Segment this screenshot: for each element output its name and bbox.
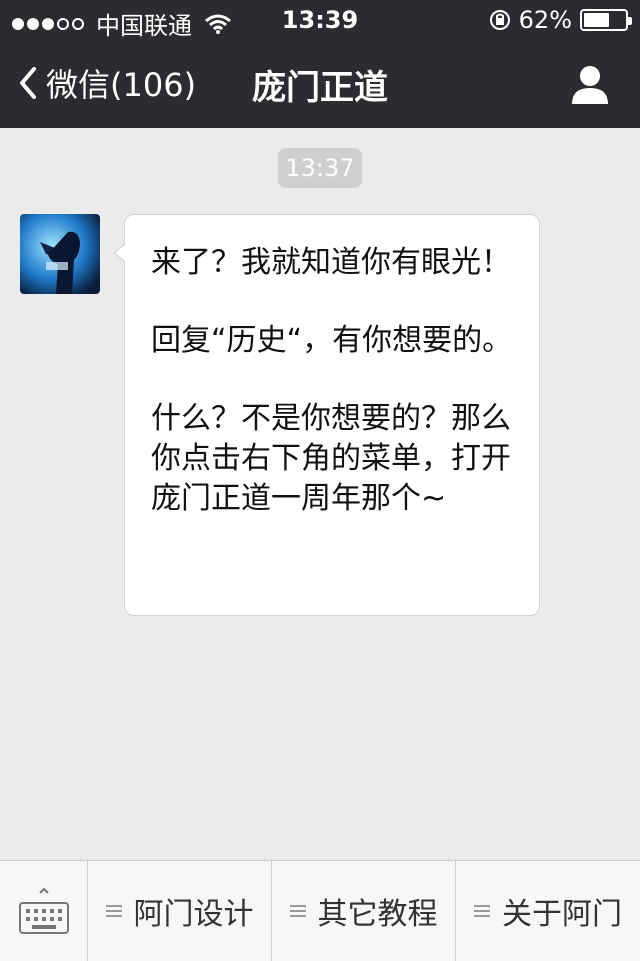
- menu-button-about[interactable]: 关于阿门: [456, 861, 640, 961]
- menu-icon: [474, 905, 490, 917]
- message-text: 来了？我就知道你有眼光！ 回复“历史“，有你想要的。 什么？不是你想要的？那么你…: [151, 243, 521, 519]
- menu-label: 关于阿门: [502, 897, 622, 932]
- menu-button-tutorials[interactable]: 其它教程: [272, 861, 456, 961]
- message-line: 来了？我就知道你有眼光！: [151, 245, 511, 280]
- menu-button-design[interactable]: 阿门设计: [88, 861, 272, 961]
- menu-label: 其它教程: [317, 897, 438, 932]
- battery-icon: [580, 9, 632, 31]
- top-bar: 中国联通 13:39 62% 微信(106) 庞门正道: [0, 0, 640, 128]
- message-bubble[interactable]: 来了？我就知道你有眼光！ 回复“历史“，有你想要的。 什么？不是你想要的？那么你…: [113, 214, 540, 616]
- status-bar: 中国联通 13:39 62%: [0, 0, 640, 40]
- bubble-tail: [113, 243, 126, 263]
- timestamp-badge: 13:37: [278, 148, 362, 188]
- orientation-lock-icon: [489, 9, 511, 31]
- chat-area[interactable]: 13:37 来了？我就知道你有眼光！ 回复“历史“，有你想要的。 什么？不是你想…: [0, 128, 640, 860]
- profile-icon[interactable]: [568, 62, 612, 106]
- bottom-menu-bar: 阿门设计 其它教程 关于阿门: [0, 860, 640, 961]
- page-title: 庞门正道: [252, 68, 388, 108]
- message-line: 回复“历史“，有你想要的。: [151, 323, 513, 358]
- status-right: 62%: [489, 6, 632, 34]
- avatar[interactable]: [20, 214, 100, 294]
- menu-icon: [105, 905, 122, 917]
- keyboard-icon: [18, 887, 70, 935]
- message-line: 什么？不是你想要的？那么你点击右下角的菜单，打开庞门正道一周年那个~: [151, 401, 511, 516]
- keyboard-toggle-button[interactable]: [0, 861, 88, 961]
- menu-label: 阿门设计: [133, 897, 254, 932]
- menu-icon: [289, 905, 306, 917]
- battery-percentage: 62%: [518, 6, 572, 34]
- navigation-bar: 微信(106) 庞门正道: [0, 40, 640, 128]
